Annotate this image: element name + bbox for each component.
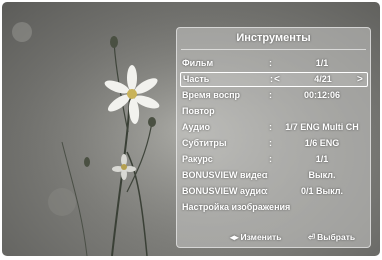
menu-title: Инструменты: [236, 32, 311, 44]
menu-row-value: 4/21: [314, 74, 332, 84]
menu-row-label: Ракурс: [182, 154, 213, 164]
menu-row-colon: :: [269, 58, 272, 68]
menu-row-subtitles[interactable]: Субтитры : 1/6 ENG: [180, 136, 366, 151]
menu-row-colon: :: [265, 186, 268, 196]
enter-icon: ⏎: [308, 232, 316, 242]
menu-row-picture-setting[interactable]: Настройка изображения: [180, 200, 366, 215]
menu-row-angle[interactable]: Ракурс : 1/1: [180, 152, 366, 167]
menu-row-label: Фильм: [182, 58, 214, 68]
menu-row-bonusview-audio[interactable]: BONUSVIEW аудио : 0/1 Выкл.: [180, 184, 366, 199]
menu-row-value: Выкл.: [308, 170, 336, 180]
menu-row-value: 1/6 ENG: [304, 138, 340, 148]
menu-row-play-time[interactable]: Время воспр : 00:12:06: [180, 88, 366, 103]
tools-menu-panel: Инструменты Фильм : 1/1 Часть : < 4/21 >…: [176, 27, 371, 248]
menu-row-label: Субтитры: [182, 138, 227, 148]
change-hint: ◂▸ Изменить: [230, 230, 281, 245]
menu-row-bonusview-video[interactable]: BONUSVIEW видео : Выкл.: [180, 168, 366, 183]
menu-row-label: BONUSVIEW аудио: [182, 186, 267, 196]
menu-row-label: Время воспр: [182, 90, 241, 100]
button-hints: ◂▸ Изменить ⏎ Выбрать: [177, 230, 370, 245]
menu-row-label: Настройка изображения: [182, 202, 291, 212]
menu-row-value: 00:12:06: [303, 90, 341, 100]
menu-row-colon: :: [269, 154, 272, 164]
menu-row-film[interactable]: Фильм : 1/1: [180, 56, 366, 71]
menu-row-audio[interactable]: Аудио : 1/7 ENG Multi CH: [180, 120, 366, 135]
menu-row-label: Часть: [183, 74, 210, 84]
menu-row-colon: :: [265, 170, 268, 180]
menu-row-value: 1/1: [315, 58, 329, 68]
select-hint-label: Выбрать: [317, 232, 356, 242]
menu-row-chapter[interactable]: Часть : < 4/21 >: [180, 72, 368, 87]
menu-row-value: 1/7 ENG Multi CH: [285, 122, 359, 132]
menu-row-label: Повтор: [182, 106, 215, 116]
menu-row-label: BONUSVIEW видео: [182, 170, 268, 180]
menu-row-value: 0/1 Выкл.: [300, 186, 344, 196]
menu-row-label: Аудио: [182, 122, 211, 132]
tv-screen: Инструменты Фильм : 1/1 Часть : < 4/21 >…: [2, 2, 380, 256]
chevron-left-icon[interactable]: <: [274, 73, 280, 86]
menu-row-colon: :: [269, 90, 272, 100]
chevron-right-icon[interactable]: >: [357, 73, 363, 86]
change-hint-label: Изменить: [240, 232, 282, 242]
title-divider: [181, 49, 366, 50]
left-right-arrows-icon: ◂▸: [230, 232, 239, 242]
menu-row-colon: :: [270, 74, 273, 84]
menu-row-colon: :: [269, 122, 272, 132]
select-hint: ⏎ Выбрать: [308, 230, 355, 245]
menu-row-colon: :: [269, 138, 272, 148]
menu-row-value: 1/1: [315, 154, 329, 164]
menu-row-repeat[interactable]: Повтор: [180, 104, 366, 119]
